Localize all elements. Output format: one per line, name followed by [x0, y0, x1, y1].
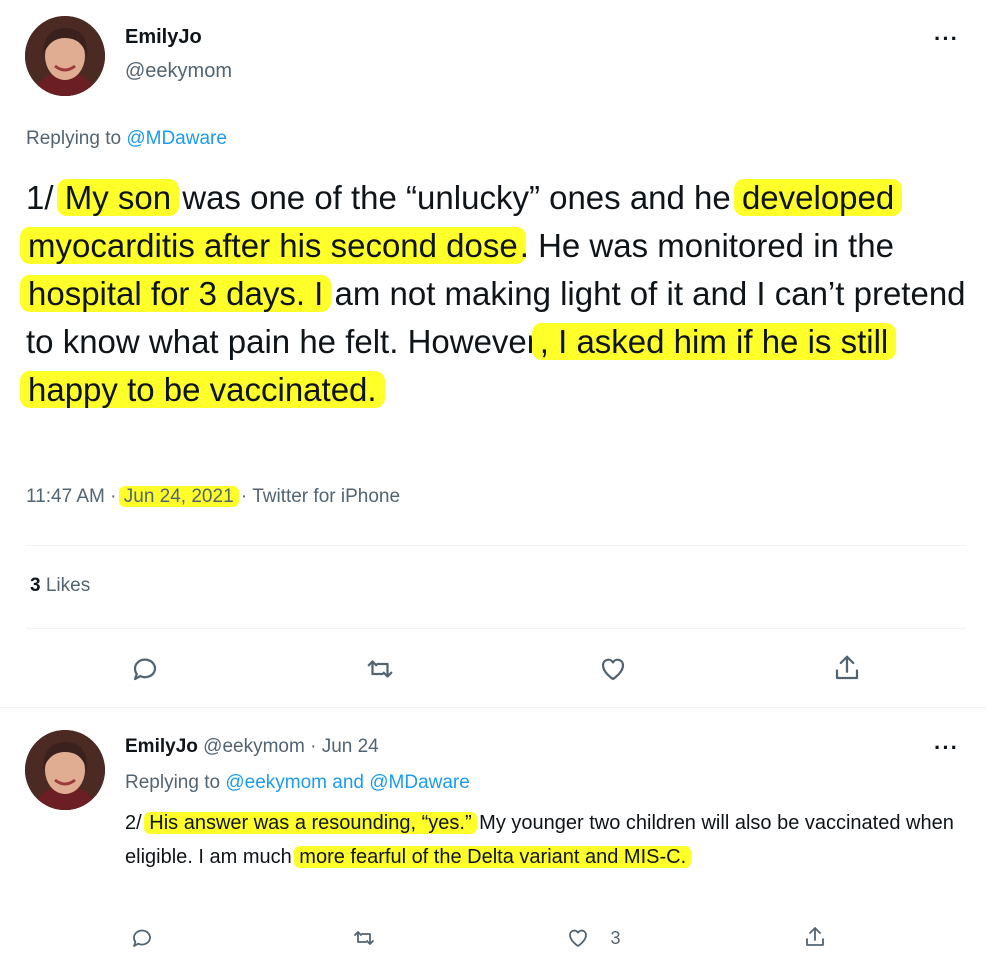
highlighted-text: more fearful of the Delta variant and MI…: [294, 846, 692, 868]
divider: [0, 707, 986, 708]
likes-label: Likes: [45, 575, 91, 596]
author-name[interactable]: EmilyJo: [125, 26, 202, 49]
tweet-text-part: . He was monitored in the: [519, 227, 894, 264]
author-name[interactable]: EmilyJo: [125, 736, 198, 757]
share-icon[interactable]: [803, 924, 827, 950]
tweet-date[interactable]: Jun 24: [322, 736, 379, 757]
tweet-time[interactable]: 11:47 AM: [26, 486, 105, 507]
tweet-text: 2/ His answer was a resounding, “yes.” M…: [125, 806, 955, 874]
highlighted-text: His answer was a resounding, “yes.”: [144, 812, 477, 834]
highlighted-text: My son: [56, 179, 180, 216]
divider: [26, 628, 966, 629]
likes-count: 3: [30, 575, 41, 596]
likes-stat[interactable]: 3 Likes: [30, 575, 90, 597]
divider: [26, 545, 966, 546]
reply-header: EmilyJo @eekymom · Jun 24: [125, 736, 379, 758]
author-handle[interactable]: @eekymom: [203, 736, 305, 757]
highlighted-text: hospital for 3 days. I: [20, 275, 332, 312]
avatar[interactable]: [25, 16, 105, 96]
more-options-icon[interactable]: ···: [934, 737, 959, 759]
retweet-icon[interactable]: [352, 926, 376, 950]
avatar-image: [25, 16, 105, 96]
separator: ·: [240, 486, 248, 507]
avatar-image: [25, 730, 105, 810]
replying-to-prefix: Replying to: [26, 128, 127, 149]
replying-to-prefix: Replying to: [125, 772, 226, 793]
replying-to: Replying to @eekymom and @MDaware: [125, 772, 470, 794]
like-count: 3: [610, 927, 621, 948]
replying-to: Replying to @MDaware: [26, 128, 227, 150]
replying-to-link[interactable]: @eekymom and @MDaware: [225, 772, 470, 793]
tweet-meta: 11:47 AM · Jun 24, 2021 · Twitter for iP…: [26, 486, 400, 508]
like-icon[interactable]: [598, 654, 628, 684]
reply-icon[interactable]: [130, 926, 154, 950]
separator: ·: [110, 486, 117, 507]
retweet-icon[interactable]: [365, 654, 395, 684]
share-icon[interactable]: [832, 652, 862, 684]
tweet-text-part: was one of the “unlucky” ones and he: [173, 179, 740, 216]
reply-icon[interactable]: [130, 654, 160, 684]
separator: ·: [310, 736, 317, 757]
more-options-icon[interactable]: ···: [934, 28, 959, 50]
like-action[interactable]: 3: [566, 926, 620, 952]
replying-to-link[interactable]: @MDaware: [126, 128, 227, 149]
tweet-source[interactable]: Twitter for iPhone: [252, 486, 400, 507]
tweet-text: 1/ My son was one of the “unlucky” ones …: [20, 174, 966, 414]
like-icon[interactable]: [566, 926, 590, 950]
author-handle[interactable]: @eekymom: [125, 60, 232, 83]
avatar[interactable]: [25, 730, 105, 810]
tweet-date[interactable]: Jun 24, 2021: [118, 486, 239, 507]
